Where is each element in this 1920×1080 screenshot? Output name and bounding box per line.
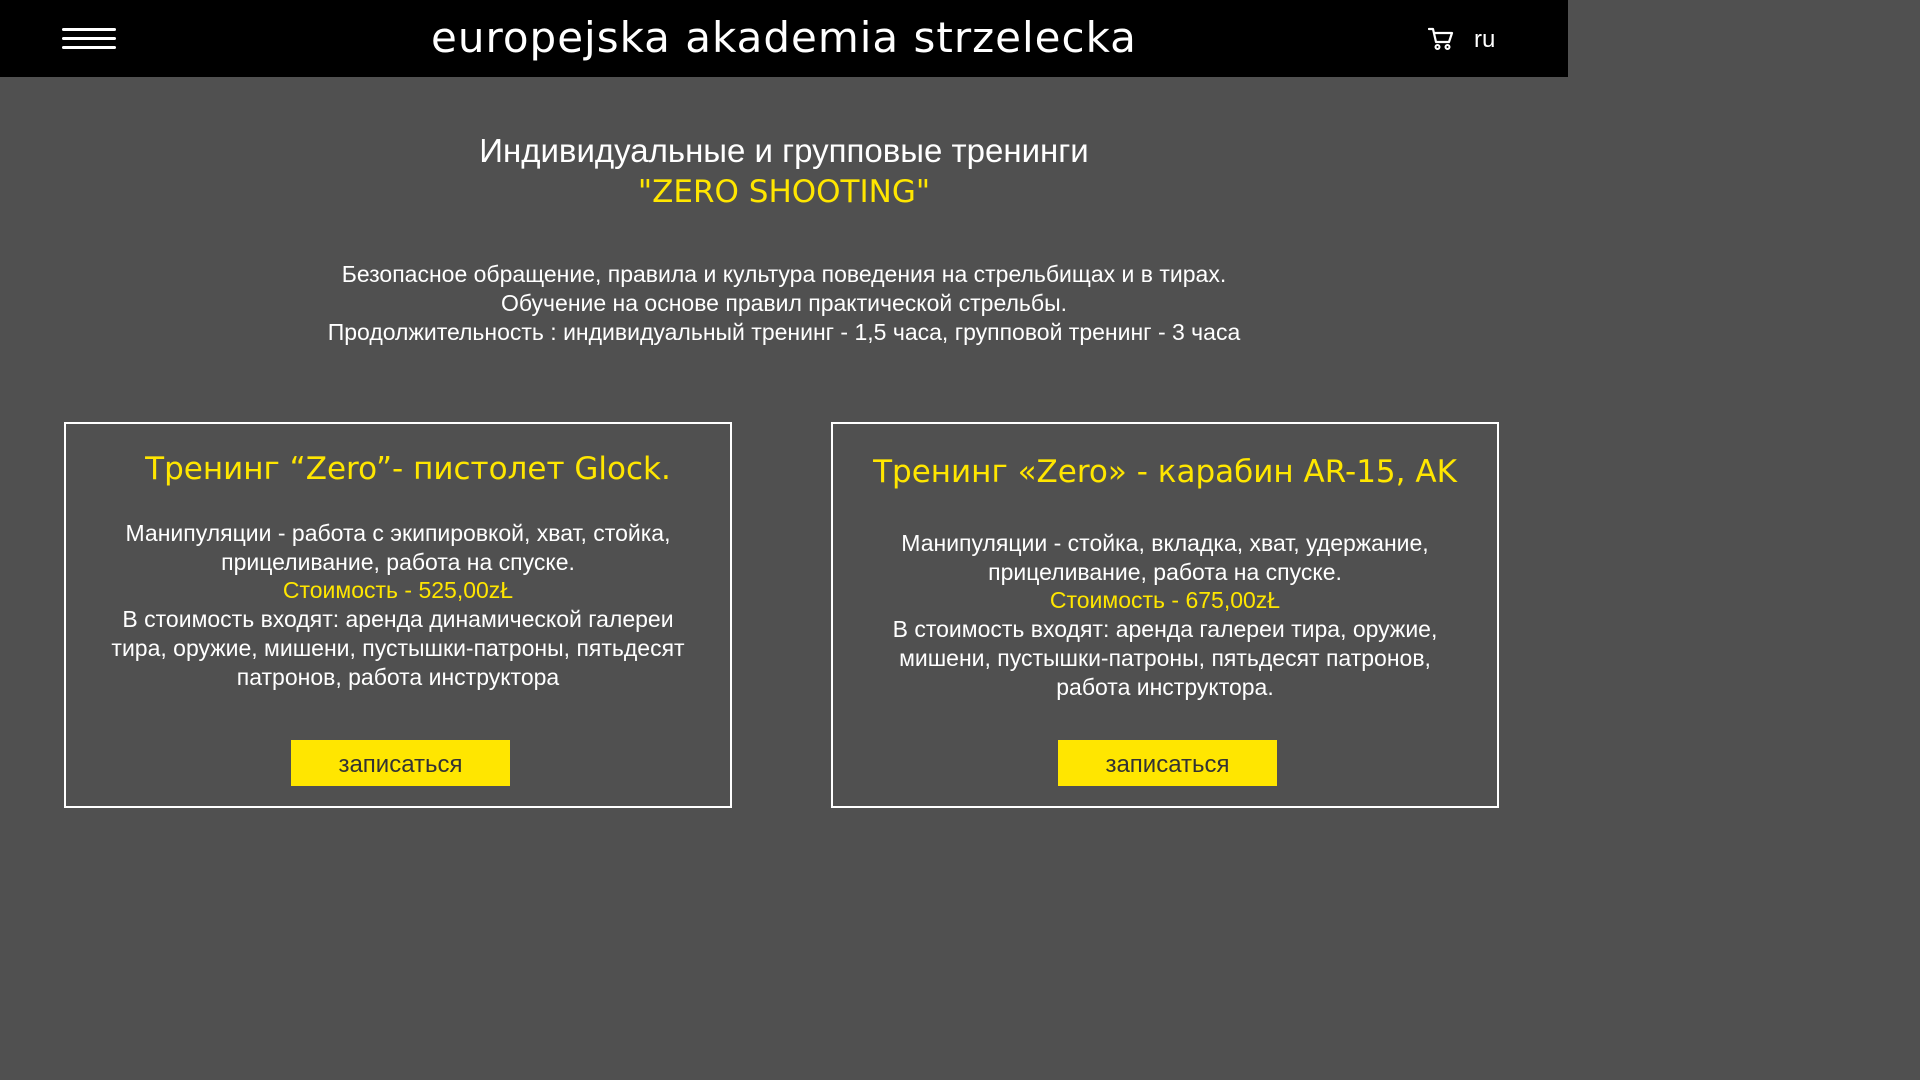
intro-line: Продолжительность : индивидуальный трени… <box>327 319 1241 345</box>
intro-line: Обучение на основе правил практической с… <box>500 290 1067 316</box>
intro-text: Безопасное обращение, правила и культура… <box>184 260 1384 347</box>
card-text-line: Манипуляции - работа с экипировкой, хват… <box>125 520 671 546</box>
shopping-cart-icon[interactable] <box>1428 27 1454 51</box>
menu-bar-line <box>62 37 116 40</box>
card-text-line: мишени, пустышки-патроны, пятьдесят патр… <box>899 644 1431 671</box>
site-logo[interactable]: europejska akademia strzelecka <box>284 12 1284 64</box>
language-switcher[interactable]: ru <box>1474 26 1495 54</box>
card-price: Стоимость - 675,00zŁ <box>1049 587 1281 614</box>
signup-button[interactable]: записаться <box>1058 740 1277 786</box>
card-title: Тренинг «Zero» - карабин AR-15, AK <box>873 454 1457 490</box>
site-header: europejska akademia strzelecka ru <box>0 0 1568 77</box>
signup-button[interactable]: записаться <box>291 740 510 786</box>
card-text-line: тира, оружие, мишени, пустышки-патроны, … <box>111 634 685 661</box>
page-subtitle: "ZERO SHOOTING" <box>637 174 931 210</box>
training-card-carbine: Тренинг «Zero» - карабин AR-15, AK Манип… <box>831 422 1499 808</box>
hamburger-menu-icon[interactable] <box>62 25 118 53</box>
card-text-line: В стоимость входят: аренда галереи тира,… <box>892 616 1438 643</box>
card-description: Манипуляции - стойка, вкладка, хват, уде… <box>833 529 1497 701</box>
menu-bar-line <box>62 46 116 49</box>
card-title: Тренинг “Zero”- пистолет Glock. <box>145 451 671 487</box>
card-text-line: Манипуляции - стойка, вкладка, хват, уде… <box>901 530 1429 556</box>
page-title: Индивидуальные и групповые тренинги <box>479 132 1089 169</box>
card-text-line: прицеливание, работа на спуске. <box>988 558 1342 585</box>
card-price: Стоимость - 525,00zŁ <box>282 577 514 604</box>
menu-bar-line <box>62 28 116 31</box>
card-text-line: В стоимость входят: аренда динамической … <box>122 606 674 633</box>
card-description: Манипуляции - работа с экипировкой, хват… <box>66 519 730 691</box>
intro-line: Безопасное обращение, правила и культура… <box>341 261 1227 287</box>
card-text-line: работа инструктора. <box>1056 673 1274 700</box>
training-card-glock: Тренинг “Zero”- пистолет Glock. Манипуля… <box>64 422 732 808</box>
card-text-line: прицеливание, работа на спуске. <box>221 548 575 575</box>
card-text-line: патронов, работа инструктора <box>236 663 560 690</box>
